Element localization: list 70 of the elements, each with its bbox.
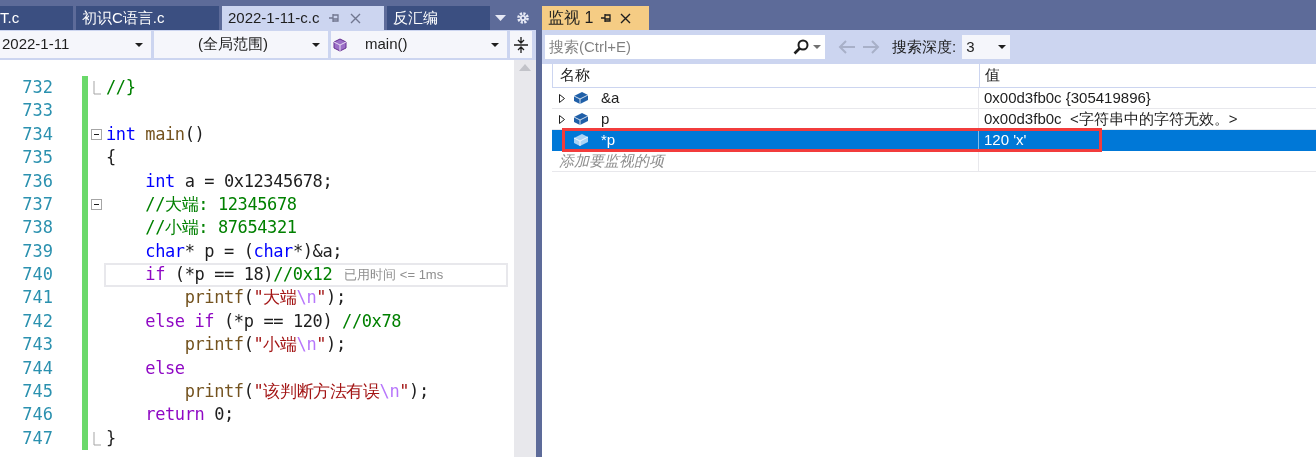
code-line: int a = 0x12345678; xyxy=(144,169,333,193)
settings-icon[interactable] xyxy=(516,11,530,25)
member-dropdown[interactable]: main() xyxy=(331,31,507,58)
code-line: else xyxy=(144,356,185,380)
search-field[interactable]: 搜索(Ctrl+E) xyxy=(544,34,826,60)
depth-label: 搜索深度: xyxy=(892,36,957,57)
line-number: 738 xyxy=(21,216,53,240)
dropdown-caret-icon[interactable] xyxy=(135,42,143,47)
code-line: printf("大端\n"); xyxy=(183,286,346,310)
column-header[interactable]: 名称 xyxy=(553,64,980,87)
dropdown-caret-icon[interactable] xyxy=(491,42,499,47)
code-line: int main() xyxy=(106,122,205,146)
dropdown-caret-icon[interactable] xyxy=(312,42,320,47)
code-line: printf("该判断方法有误\n"); xyxy=(183,380,429,404)
line-number: 743 xyxy=(21,333,53,357)
line-number: 735 xyxy=(21,146,53,170)
variable-icon xyxy=(573,91,589,105)
scope-dropdown[interactable]: (全局范围) xyxy=(154,31,328,58)
code-line: printf("小端\n"); xyxy=(183,333,346,357)
file-tab[interactable]: 反汇编 xyxy=(387,6,490,30)
code-line: //} xyxy=(106,75,136,99)
code-line: //大端: 12345678 xyxy=(144,192,297,216)
search-icon[interactable] xyxy=(793,39,809,55)
line-number: 736 xyxy=(21,169,53,193)
split-button[interactable] xyxy=(510,31,532,58)
line-number: 733 xyxy=(21,99,53,123)
expand-icon[interactable] xyxy=(559,114,565,124)
pin-icon[interactable] xyxy=(601,13,613,23)
code-line: else if (*p == 120) //0x78 xyxy=(144,309,402,333)
line-number: 739 xyxy=(21,239,53,263)
column-header[interactable]: 值 xyxy=(980,64,1316,87)
line-number: 747 xyxy=(21,426,53,450)
variable-value: 120 'x' xyxy=(984,129,1027,150)
code-line: } xyxy=(106,426,116,450)
line-number: 744 xyxy=(21,356,53,380)
collapse-icon[interactable] xyxy=(90,128,102,140)
expand-icon[interactable] xyxy=(559,93,565,103)
watch-row[interactable]: *p 120 'x' xyxy=(552,130,1316,151)
elapsed-time-hint: 已用时间 <= 1ms xyxy=(344,266,444,285)
project-dropdown[interactable]: 2022-1-11 xyxy=(0,31,151,58)
depth-dropdown[interactable]: 3 xyxy=(962,35,1011,59)
file-tab[interactable]: 初识C语言.c xyxy=(76,6,219,30)
variable-name: *p xyxy=(601,129,616,150)
line-number: 741 xyxy=(21,286,53,310)
line-number: 745 xyxy=(21,380,53,404)
watch-row[interactable]: &a 0x00d3fb0c {305419896} xyxy=(552,88,1316,109)
variable-icon xyxy=(573,112,589,126)
code-line: return 0; xyxy=(144,403,234,427)
variable-value: 0x00d3fb0c <字符串中的字符无效。> xyxy=(984,108,1238,129)
line-number: 742 xyxy=(21,309,53,333)
close-icon[interactable] xyxy=(620,12,632,24)
line-number: 740 xyxy=(21,263,53,287)
split-icon[interactable] xyxy=(514,36,528,53)
collapse-icon[interactable] xyxy=(90,199,102,211)
code-line: //小端: 87654321 xyxy=(144,216,297,240)
line-number: 746 xyxy=(21,403,53,427)
line-number: 732 xyxy=(21,75,53,99)
dropdown-caret-icon[interactable] xyxy=(998,45,1007,49)
variable-name: p xyxy=(601,108,610,129)
variable-name: &a xyxy=(601,87,620,108)
variable-icon xyxy=(573,133,589,147)
code-line: if (*p == 18)//0x12 xyxy=(144,263,333,287)
variable-value: 0x00d3fb0c {305419896} xyxy=(984,87,1151,108)
cube-icon xyxy=(333,37,347,52)
line-number: 734 xyxy=(21,122,53,146)
line-number: 737 xyxy=(21,192,53,216)
file-tab[interactable]: T.c xyxy=(0,6,73,30)
scrollbar[interactable] xyxy=(514,60,536,457)
code-line: char* p = (char*)&a; xyxy=(144,239,343,263)
code-line: { xyxy=(106,146,116,170)
